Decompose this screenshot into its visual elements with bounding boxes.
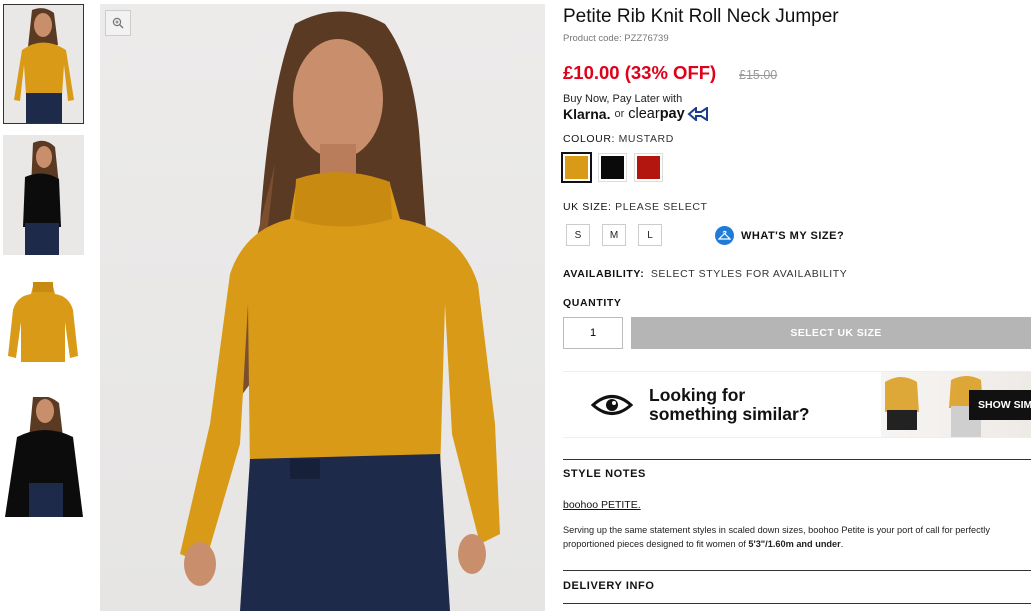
similar-text-line1: Looking for <box>649 385 746 405</box>
swatch-black[interactable] <box>598 153 627 182</box>
similar-text: Looking for something similar? <box>649 386 809 424</box>
colour-value: MUSTARD <box>618 133 674 145</box>
colour-label-key: COLOUR: <box>563 133 616 145</box>
product-title: Petite Rib Knit Roll Neck Jumper <box>563 6 839 27</box>
section-divider <box>563 603 1031 604</box>
thumbnail-1[interactable] <box>3 4 84 124</box>
quantity-input[interactable] <box>563 317 623 349</box>
thumbnail-4[interactable] <box>3 397 84 517</box>
clearpay-arrow-icon <box>687 107 708 121</box>
size-button-m[interactable]: M <box>602 224 626 246</box>
model-illustration <box>180 11 500 611</box>
hanger-icon <box>715 226 734 245</box>
pay-or-text: or <box>614 108 625 120</box>
zoom-button[interactable] <box>105 10 131 36</box>
description-text-c: . <box>840 539 844 549</box>
payment-logos: Klarna. or clear pay <box>563 106 709 122</box>
section-divider <box>563 459 1031 460</box>
zoom-icon <box>112 17 124 29</box>
delivery-info-heading[interactable]: DELIVERY INFO <box>563 580 655 592</box>
size-button-s[interactable]: S <box>566 224 590 246</box>
thumbnail-2[interactable] <box>3 135 84 255</box>
similar-items-banner: Looking for something similar? SHOW SIM <box>563 371 1031 438</box>
colour-label: COLOUR: MUSTARD <box>563 133 674 145</box>
show-similar-button[interactable]: SHOW SIM <box>969 390 1031 420</box>
thumbnail-1-image <box>4 5 83 123</box>
pay-later-text: Buy Now, Pay Later with <box>563 93 683 105</box>
style-notes-description: Serving up the same statement styles in … <box>563 523 1031 551</box>
clearpay-logo-part-a: clear <box>628 106 660 122</box>
eye-icon <box>591 395 633 415</box>
quantity-label: QUANTITY <box>563 297 622 309</box>
thumbnail-2-image <box>3 135 84 255</box>
swatch-red[interactable] <box>634 153 663 182</box>
product-code: Product code: PZZ76739 <box>563 33 669 44</box>
thumbnail-list <box>3 4 84 528</box>
clearpay-logo-part-b: pay <box>659 106 685 122</box>
availability-value: SELECT STYLES FOR AVAILABILITY <box>650 268 848 280</box>
whats-my-size-link[interactable]: WHAT'S MY SIZE? <box>715 226 844 245</box>
description-text-b: 5'3"/1.60m and under <box>748 539 841 549</box>
thumbnail-3-image <box>3 266 84 386</box>
size-options: S M L <box>566 224 662 246</box>
style-notes-heading[interactable]: STYLE NOTES <box>563 468 646 480</box>
select-size-button[interactable]: SELECT UK SIZE <box>631 317 1031 349</box>
original-price: £15.00 <box>739 68 778 82</box>
colour-swatches <box>561 152 663 183</box>
availability: AVAILABILITY: SELECT STYLES FOR AVAILABI… <box>563 268 847 280</box>
swatch-mustard[interactable] <box>561 152 592 183</box>
size-label: UK SIZE: PLEASE SELECT <box>563 201 708 213</box>
whats-my-size-label: WHAT'S MY SIZE? <box>741 229 845 242</box>
section-divider <box>563 570 1031 571</box>
sale-price: £10.00 (33% OFF) <box>563 62 717 83</box>
clearpay-logo[interactable]: clear pay <box>628 106 708 122</box>
size-button-l[interactable]: L <box>638 224 662 246</box>
main-product-image <box>100 4 545 611</box>
size-value: PLEASE SELECT <box>615 201 708 213</box>
availability-label: AVAILABILITY: <box>563 268 645 280</box>
brand-link[interactable]: boohoo PETITE. <box>563 499 641 511</box>
thumbnail-3[interactable] <box>3 266 84 386</box>
size-label-key: UK SIZE: <box>563 201 612 213</box>
thumbnail-4-image <box>3 397 84 517</box>
similar-text-line2: something similar? <box>649 404 810 424</box>
klarna-logo[interactable]: Klarna. <box>563 106 610 122</box>
